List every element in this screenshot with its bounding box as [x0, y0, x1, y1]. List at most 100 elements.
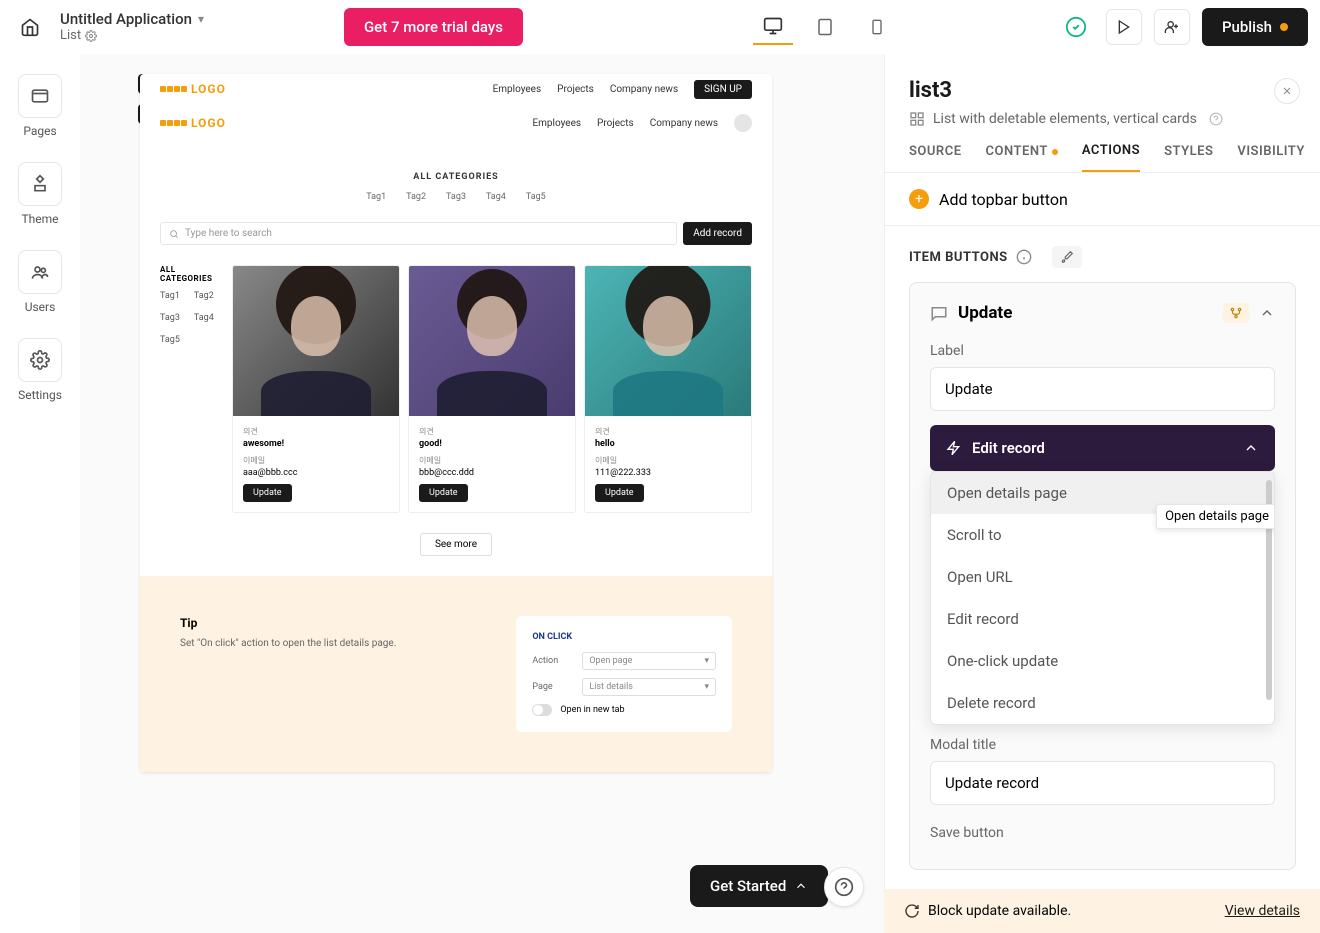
- right-panel: list3 List with deletable elements, vert…: [884, 54, 1320, 933]
- tip-page-select[interactable]: List details▾: [582, 678, 716, 696]
- avatar[interactable]: [734, 114, 752, 132]
- dropdown-one-click[interactable]: One-click update: [931, 640, 1274, 682]
- user-plus-icon: [1164, 19, 1180, 35]
- signup-button[interactable]: SIGN UP: [694, 80, 752, 99]
- card3-label1: 의견: [595, 426, 741, 437]
- tab-styles[interactable]: STYLES: [1164, 143, 1213, 172]
- side-tags: ALL CATEGORIES Tag1 Tag2 Tag3 Tag4 Tag5: [160, 265, 220, 513]
- logo-text-1: LOGO: [191, 82, 226, 96]
- desktop-icon: [763, 16, 783, 36]
- rail-item-theme[interactable]: Theme: [18, 162, 62, 226]
- modal-title-input[interactable]: [930, 761, 1275, 805]
- right-panel-subtitle: List with deletable elements, vertical c…: [933, 111, 1197, 127]
- tag-4[interactable]: Tag4: [486, 192, 506, 202]
- help-button[interactable]: [824, 867, 864, 907]
- nav-employees-2[interactable]: Employees: [532, 118, 581, 129]
- action-dropdown-menu: Open details page Scroll to Open URL Edi…: [930, 471, 1275, 725]
- trial-button[interactable]: Get 7 more trial days: [344, 8, 523, 46]
- nav-company-news-1[interactable]: Company news: [610, 84, 678, 95]
- chevron-down-icon: ▾: [704, 656, 709, 666]
- topbar-right: Publish: [1058, 8, 1308, 46]
- tag-5[interactable]: Tag5: [526, 192, 546, 202]
- side-tag-5[interactable]: Tag5: [160, 335, 180, 345]
- new-tab-label: Open in new tab: [560, 705, 624, 715]
- rail-item-pages[interactable]: Pages: [18, 74, 62, 138]
- nav-company-news-2[interactable]: Company news: [650, 118, 718, 129]
- search-row: Type here to search Add record: [160, 222, 752, 245]
- add-record-button[interactable]: Add record: [683, 222, 752, 245]
- label-input[interactable]: [930, 367, 1275, 411]
- logo-1[interactable]: LOGO: [160, 82, 226, 96]
- tag-3[interactable]: Tag3: [446, 192, 466, 202]
- theme-icon: [30, 174, 50, 194]
- get-started-button[interactable]: Get Started: [690, 865, 828, 907]
- tip-action-select[interactable]: Open page▾: [582, 652, 716, 670]
- card1-update-button[interactable]: Update: [243, 484, 292, 502]
- chevron-down-icon: ▾: [704, 682, 709, 692]
- rail-item-users[interactable]: Users: [18, 250, 62, 314]
- tip-band: Tip Set "On click" action to open the li…: [140, 576, 772, 772]
- side-tag-1[interactable]: Tag1: [160, 291, 180, 301]
- style-chip[interactable]: [1052, 246, 1082, 268]
- tip-action-label: Action: [532, 656, 572, 666]
- tab-content[interactable]: CONTENT: [986, 143, 1058, 172]
- help-icon[interactable]: [1209, 112, 1223, 126]
- label-field-label: Label: [930, 343, 1275, 359]
- close-button[interactable]: [1274, 78, 1300, 104]
- nav-projects-2[interactable]: Projects: [597, 118, 634, 129]
- desktop-device-button[interactable]: [753, 9, 793, 45]
- side-tag-3[interactable]: Tag3: [160, 313, 180, 323]
- dropdown-open-url[interactable]: Open URL: [931, 556, 1274, 598]
- tab-visibility[interactable]: VISIBILITY: [1237, 143, 1305, 172]
- rail-icon-users: [18, 250, 62, 294]
- branch-button[interactable]: [1223, 303, 1249, 323]
- see-more-button[interactable]: See more: [420, 533, 492, 556]
- tablet-device-button[interactable]: [805, 9, 845, 45]
- edit-record-dropdown-trigger[interactable]: Edit record: [930, 425, 1275, 471]
- card2-update-button[interactable]: Update: [419, 484, 468, 502]
- brush-icon: [1060, 250, 1074, 264]
- card3-value2: 111@222.333: [595, 468, 741, 478]
- preview-main: ALL CATEGORIES Tag1 Tag2 Tag3 Tag4 Tag5 …: [140, 255, 772, 523]
- list-card-2[interactable]: 의견 good! 이메일 bbb@ccc.ddd Update: [408, 265, 576, 513]
- rail-item-settings[interactable]: Settings: [18, 338, 62, 402]
- side-tag-4[interactable]: Tag4: [194, 313, 214, 323]
- list-card-1[interactable]: 의견 awesome! 이메일 aaa@bbb.ccc Update: [232, 265, 400, 513]
- tip-title: Tip: [180, 616, 396, 630]
- home-button[interactable]: [12, 9, 48, 45]
- add-user-button[interactable]: [1154, 9, 1190, 45]
- banner-view-details-link[interactable]: View details: [1225, 903, 1300, 919]
- tab-actions[interactable]: ACTIONS: [1082, 143, 1140, 172]
- users-icon: [30, 262, 50, 282]
- add-topbar-button-row[interactable]: + Add topbar button: [909, 189, 1296, 225]
- dropdown-delete-record[interactable]: Delete record: [931, 682, 1274, 724]
- play-button[interactable]: [1106, 9, 1142, 45]
- add-topbar-button-label: Add topbar button: [939, 190, 1068, 209]
- chevron-down-icon: ▾: [198, 12, 204, 26]
- card1-label2: 이메일: [243, 455, 389, 466]
- status-check-button[interactable]: [1058, 9, 1094, 45]
- update-banner: Block update available. View details: [884, 889, 1320, 933]
- topbar: Untitled Application ▾ List Get 7 more t…: [0, 0, 1320, 54]
- info-icon[interactable]: [1016, 249, 1032, 265]
- publish-button[interactable]: Publish: [1202, 8, 1308, 46]
- breadcrumb[interactable]: List: [60, 28, 204, 43]
- logo-2[interactable]: LOGO: [160, 116, 226, 130]
- collapse-icon[interactable]: [1259, 305, 1275, 321]
- nav-employees-1[interactable]: Employees: [493, 84, 542, 95]
- rail-label-settings: Settings: [18, 388, 62, 402]
- new-tab-toggle[interactable]: [532, 704, 552, 716]
- nav-projects-1[interactable]: Projects: [557, 84, 594, 95]
- card3-update-button[interactable]: Update: [595, 484, 644, 502]
- app-title-row[interactable]: Untitled Application ▾: [60, 10, 204, 28]
- rail-label-users: Users: [25, 300, 56, 314]
- mobile-device-button[interactable]: [857, 9, 897, 45]
- dropdown-edit-record[interactable]: Edit record: [931, 598, 1274, 640]
- tag-1[interactable]: Tag1: [366, 192, 386, 202]
- tab-source[interactable]: SOURCE: [909, 143, 962, 172]
- tag-2[interactable]: Tag2: [406, 192, 426, 202]
- side-tag-2[interactable]: Tag2: [194, 291, 214, 301]
- gear-icon: [85, 30, 97, 42]
- list-card-3[interactable]: 의견 hello 이메일 111@222.333 Update: [584, 265, 752, 513]
- search-input[interactable]: Type here to search: [160, 222, 677, 245]
